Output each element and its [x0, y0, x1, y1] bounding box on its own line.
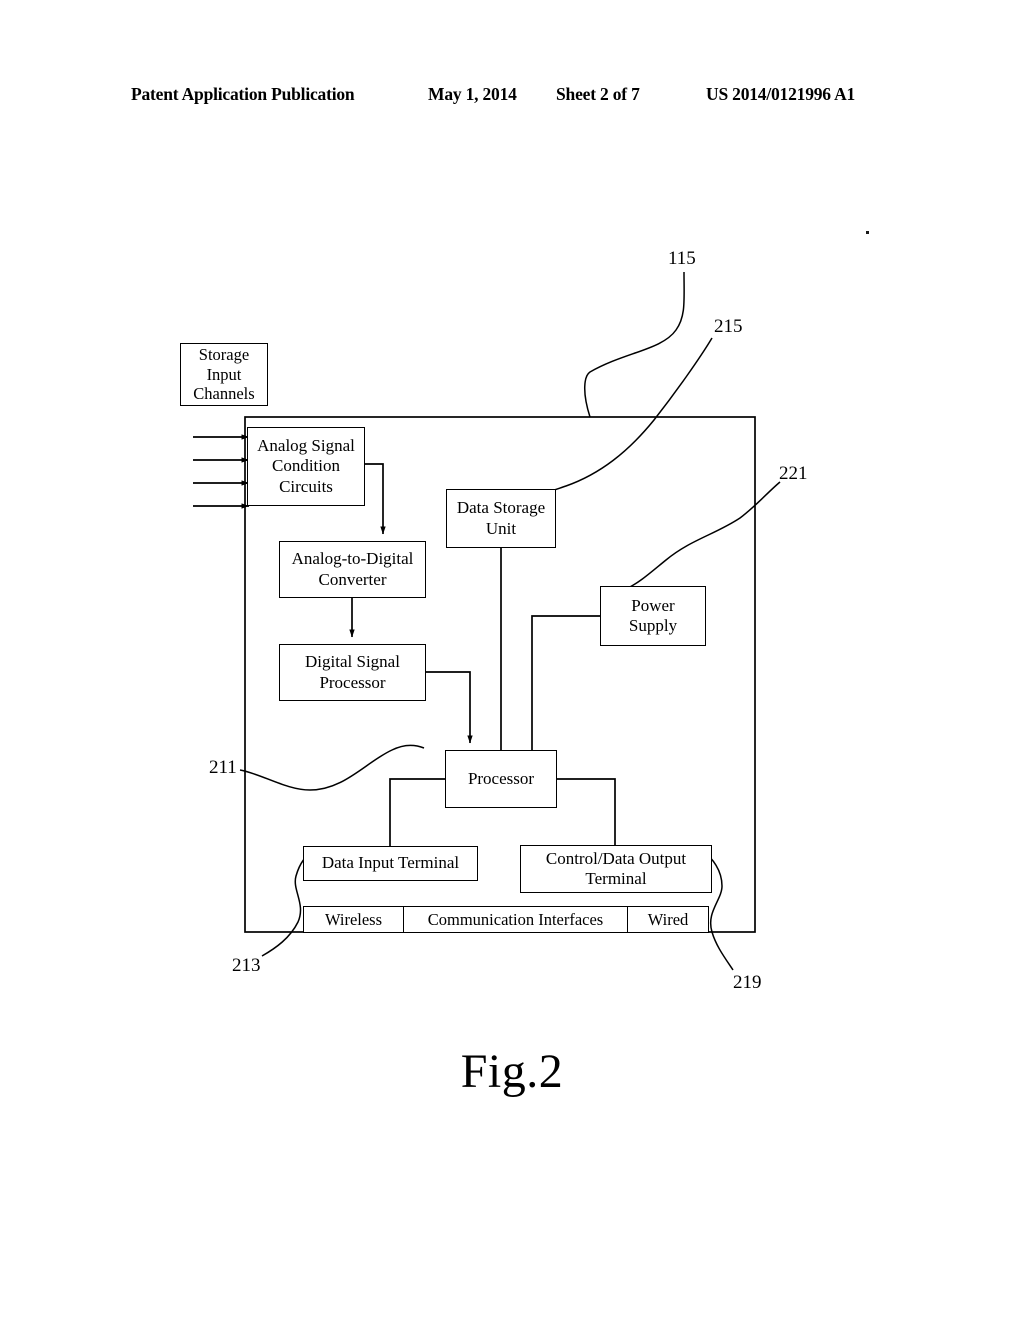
block-digital-signal-processor: Digital Signal Processor	[279, 644, 426, 701]
block-data-storage-unit: Data Storage Unit	[446, 489, 556, 548]
block-analog-signal-condition-circuits: Analog Signal Condition Circuits	[247, 427, 365, 506]
reference-numeral-219: 219	[733, 972, 762, 993]
figure-2-block-diagram: Storage Input Channels Analog Signal Con…	[0, 0, 1024, 1320]
comm-interface-wireless-label: Wireless	[304, 907, 404, 932]
comm-interface-title-label: Communication Interfaces	[404, 907, 628, 932]
block-communication-interfaces: Wireless Communication Interfaces Wired	[303, 906, 709, 933]
leader-line-211	[239, 744, 425, 791]
block-power-supply: Power Supply	[600, 586, 706, 646]
figure-caption: Fig.2	[460, 1045, 564, 1098]
block-data-input-terminal: Data Input Terminal	[303, 846, 478, 881]
comm-interface-wired-label: Wired	[647, 909, 689, 929]
connector-processor-to-data-input	[389, 778, 445, 846]
leader-line-221	[627, 481, 781, 589]
reference-numeral-213: 213	[232, 955, 261, 976]
figure-vector-layer	[193, 271, 781, 971]
block-storage-input-channels: Storage Input Channels	[180, 343, 268, 406]
block-control-data-output-terminal: Control/Data Output Terminal	[520, 845, 712, 893]
connector-dsp-to-processor	[426, 671, 473, 744]
reference-numeral-211: 211	[209, 757, 237, 778]
connector-processor-to-ctrl-output	[557, 778, 616, 845]
connector-power-to-processor	[531, 615, 600, 750]
storage-input-arrows	[193, 434, 250, 509]
leader-line-115	[584, 271, 685, 418]
reference-numeral-215: 215	[714, 316, 743, 337]
reference-numeral-115: 115	[668, 248, 696, 269]
connector-asc-to-adc	[365, 463, 386, 535]
block-analog-to-digital-converter: Analog-to-Digital Converter	[279, 541, 426, 598]
reference-numeral-221: 221	[779, 463, 808, 484]
block-processor: Processor	[445, 750, 557, 808]
